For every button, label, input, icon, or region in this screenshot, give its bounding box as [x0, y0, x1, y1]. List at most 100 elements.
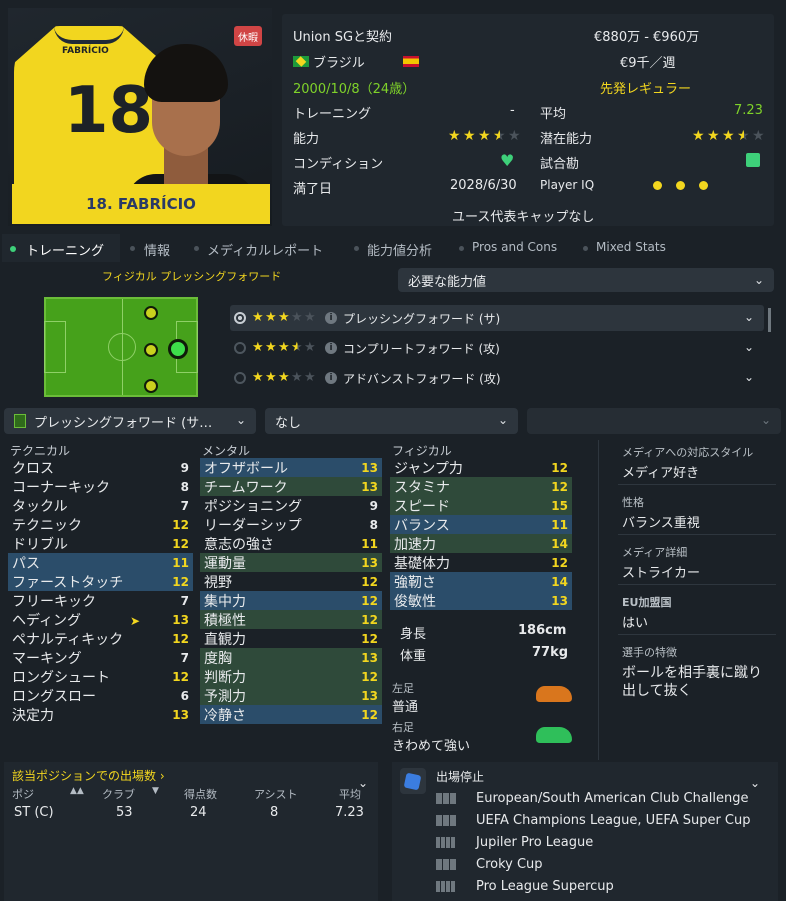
attribute-name: 視野 — [204, 574, 232, 591]
col-club[interactable]: クラブ — [102, 786, 135, 802]
physical-attribute[interactable]: 基礎体力 12 — [390, 553, 572, 572]
contract-text[interactable]: Union SGと契約 — [293, 26, 392, 45]
info-icon[interactable]: i — [325, 312, 337, 324]
technical-attribute[interactable]: ファーストタッチ 12 — [8, 572, 193, 591]
col-position[interactable]: ポジ — [12, 786, 34, 802]
suspension-item[interactable]: Croky Cup — [436, 855, 766, 873]
tab-mixed-stats[interactable]: Mixed Stats — [596, 240, 666, 254]
mental-attribute[interactable]: 判断力 12 — [200, 667, 382, 686]
star-icon: ★ — [752, 128, 765, 144]
attribute-value: 12 — [361, 631, 378, 646]
info-icon[interactable]: i — [325, 372, 337, 384]
technical-attribute[interactable]: 決定力 13 — [8, 705, 193, 724]
technical-attribute[interactable]: ロングスロー 6 — [8, 686, 193, 705]
technical-attribute[interactable]: ヘディング 13 — [8, 610, 193, 629]
chevron-down-icon[interactable]: ⌄ — [744, 340, 754, 354]
chevron-down-icon: ⌄ — [497, 413, 508, 427]
attribute-value: 13 — [361, 555, 378, 570]
info-icon[interactable]: i — [325, 342, 337, 354]
nationality[interactable]: ブラジル — [293, 52, 419, 71]
suspension-item[interactable]: UEFA Champions League, UEFA Super Cup — [436, 811, 766, 829]
scrollbar[interactable] — [768, 308, 771, 332]
row-assists: 8 — [270, 805, 279, 820]
required-attrs-dropdown[interactable]: 必要な能力値 ⌄ — [398, 268, 774, 292]
physical-attribute[interactable]: ジャンプ力 12 — [390, 458, 572, 477]
technical-attribute[interactable]: テクニック 12 — [8, 515, 193, 534]
mental-attribute[interactable]: 意志の強さ 11 — [200, 534, 382, 553]
physical-attribute[interactable]: 強靭さ 14 — [390, 572, 572, 591]
attribute-value: 12 — [361, 574, 378, 589]
star-icon: ★ — [478, 128, 491, 144]
role-option-2[interactable]: ★ ★ ★ ★ ★ i コンプリートフォワード (攻) ⌄ — [230, 335, 764, 361]
star-icon: ★ — [707, 128, 720, 144]
technical-attribute[interactable]: フリーキック 7 — [8, 591, 193, 610]
tab-medical[interactable]: メディカルレポート — [207, 240, 323, 259]
col-goals[interactable]: 得点数 — [184, 786, 217, 802]
technical-attribute[interactable]: コーナーキック 8 — [8, 477, 193, 496]
mental-attribute[interactable]: 直観力 12 — [200, 629, 382, 648]
attribute-name: スタミナ — [394, 479, 450, 496]
radio[interactable] — [234, 372, 246, 384]
col-assists[interactable]: アシスト — [254, 786, 298, 802]
tab-training[interactable]: トレーニング — [26, 240, 104, 259]
technical-attribute[interactable]: クロス 9 — [8, 458, 193, 477]
physical-attribute[interactable]: 俊敏性 13 — [390, 591, 572, 610]
role-option-3[interactable]: ★ ★ ★ ★ ★ i アドバンストフォワード (攻) ⌄ — [230, 365, 764, 391]
traits-value[interactable]: ボールを相手裏に蹴り出して抜く — [622, 664, 772, 700]
left-foot-label: 左足 — [392, 682, 414, 695]
attribute-value: 12 — [361, 707, 378, 722]
chevron-down-icon[interactable]: ⌄ — [744, 310, 754, 324]
right-foot-value: きわめて強い — [392, 739, 471, 754]
sort-icon[interactable]: ▲▲ — [70, 786, 84, 796]
mental-attribute[interactable]: 積極性 12 — [200, 610, 382, 629]
attribute-name: 意志の強さ — [204, 536, 274, 553]
weight-label: 体重 — [400, 649, 427, 664]
chevron-down-icon[interactable]: ⌄ — [744, 370, 754, 384]
physical-attribute[interactable]: 加速力 14 — [390, 534, 572, 553]
technical-attribute[interactable]: ドリブル 12 — [8, 534, 193, 553]
role-stars: ★ ★ ★ ★ ★ — [252, 371, 317, 385]
role-select[interactable]: プレッシングフォワード (サ… ⌄ — [4, 408, 256, 434]
radio[interactable] — [234, 342, 246, 354]
duty-select[interactable]: なし ⌄ — [265, 408, 518, 434]
chevron-down-icon[interactable]: ⌄ — [750, 776, 760, 790]
attribute-name: バランス — [394, 517, 450, 534]
third-select[interactable]: ⌄ — [527, 408, 781, 434]
squad-status[interactable]: 先発レギュラー — [600, 78, 691, 97]
technical-attribute[interactable]: タックル 7 — [8, 496, 193, 515]
mental-attribute[interactable]: 集中力 12 — [200, 591, 382, 610]
tab-pros-cons[interactable]: Pros and Cons — [472, 240, 557, 254]
suspension-item[interactable]: Jupiler Pro League — [436, 833, 766, 851]
technical-attribute[interactable]: ペナルティキック 12 — [8, 629, 193, 648]
mental-attribute[interactable]: 視野 12 — [200, 572, 382, 591]
height-value: 186cm — [518, 623, 567, 638]
wage: €9千／週 — [620, 56, 676, 71]
physical-attribute[interactable]: スタミナ 12 — [390, 477, 572, 496]
mental-attribute[interactable]: 運動量 13 — [200, 553, 382, 572]
mental-attribute[interactable]: リーダーシップ 8 — [200, 515, 382, 534]
radio-selected[interactable] — [234, 312, 246, 324]
suspension-item[interactable]: Pro League Supercup — [436, 877, 766, 895]
mental-attribute[interactable]: 度胸 13 — [200, 648, 382, 667]
attribute-value: 13 — [361, 479, 378, 494]
tab-attribute-analysis[interactable]: 能力値分析 — [367, 240, 432, 259]
mental-attribute[interactable]: チームワーク 13 — [200, 477, 382, 496]
sort-down-icon[interactable]: ▼ — [152, 786, 159, 796]
role-option-1[interactable]: ★ ★ ★ ★ ★ i プレッシングフォワード (サ) ⌄ — [230, 305, 764, 331]
mental-attribute[interactable]: ポジショニング 9 — [200, 496, 382, 515]
mental-attribute[interactable]: オフザボール 13 — [200, 458, 382, 477]
appearances-title[interactable]: 該当ポジションでの出場数 › — [12, 767, 165, 784]
mental-attribute[interactable]: 冷静さ 12 — [200, 705, 382, 724]
tab-bar: トレーニング 情報 メディカルレポート 能力値分析 Pros and Cons … — [0, 234, 786, 262]
mental-attribute[interactable]: 予測力 13 — [200, 686, 382, 705]
role-stars: ★ ★ ★ ★ ★ — [252, 341, 317, 355]
technical-attribute[interactable]: ロングシュート 12 — [8, 667, 193, 686]
technical-attribute[interactable]: マーキング 7 — [8, 648, 193, 667]
technical-attribute[interactable]: パス 11 — [8, 553, 193, 572]
physical-attribute[interactable]: バランス 11 — [390, 515, 572, 534]
suspension-item[interactable]: European/South American Club Challenge — [436, 789, 766, 807]
attribute-value: 9 — [180, 460, 189, 475]
tab-info[interactable]: 情報 — [144, 240, 170, 259]
col-average[interactable]: 平均 — [339, 786, 361, 802]
physical-attribute[interactable]: スピード 15 — [390, 496, 572, 515]
